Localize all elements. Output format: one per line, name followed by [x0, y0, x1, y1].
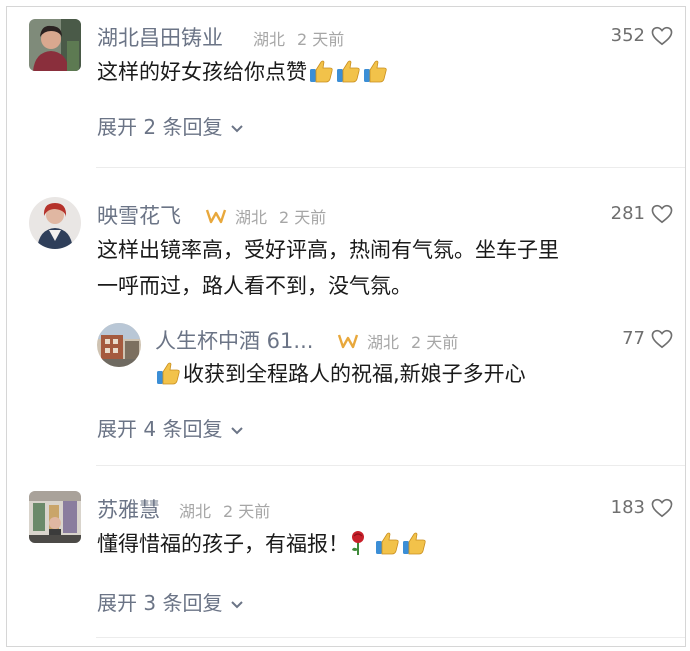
divider	[96, 637, 685, 638]
thumbs-up-icon	[401, 530, 427, 556]
heart-icon[interactable]	[651, 498, 673, 518]
divider	[96, 465, 685, 466]
avatar[interactable]	[29, 491, 81, 543]
expand-replies-button[interactable]: 展开 3 条回复	[97, 587, 244, 616]
like-count: 183	[610, 497, 645, 518]
rose-icon	[352, 531, 364, 555]
expand-replies-label: 展开 2 条回复	[97, 115, 223, 139]
expand-replies-button[interactable]: 展开 4 条回复	[97, 413, 244, 442]
reply-text-body: 收获到全程路人的祝福,新娘子多开心	[183, 362, 526, 386]
comment-item: 映雪花飞 湖北 2 天前 281 这样出镜率高，受好评高，热闹有气氛。坐车子里 …	[7, 185, 685, 475]
avatar[interactable]	[29, 197, 81, 249]
comment-location: 湖北	[235, 208, 268, 227]
chevron-down-icon	[230, 600, 244, 610]
thumbs-up-icon	[308, 58, 334, 84]
thumbs-up-icon	[362, 58, 388, 84]
reply-like-count: 77	[622, 328, 645, 349]
avatar[interactable]	[97, 323, 141, 367]
comment-text: 懂得惜福的孩子，有福报！	[97, 527, 427, 561]
reply-location: 湖北	[367, 333, 400, 352]
reply-username[interactable]: 人生杯中酒 61...	[155, 325, 313, 355]
fan-badge-icon	[205, 207, 227, 225]
avatar[interactable]	[29, 19, 81, 71]
comment-item: 苏雅慧 湖北 2 天前 183 懂得惜福的孩子，有福报！ 展开 3 条回复	[7, 479, 685, 644]
reply-time: 2 天前	[411, 333, 459, 352]
expand-replies-label: 展开 4 条回复	[97, 417, 223, 441]
username[interactable]: 映雪花飞	[97, 200, 181, 230]
comment-location: 湖北	[179, 502, 212, 521]
fan-badge-icon	[337, 332, 359, 350]
thumbs-up-icon	[374, 530, 400, 556]
heart-icon[interactable]	[651, 26, 673, 46]
comment-text-line: 这样出镜率高，受好评高，热闹有气氛。坐车子里	[97, 238, 559, 262]
expand-replies-button[interactable]: 展开 2 条回复	[97, 111, 244, 140]
username[interactable]: 苏雅慧	[97, 494, 160, 524]
comment-time: 2 天前	[297, 30, 345, 49]
divider	[96, 167, 685, 168]
like-count: 352	[610, 25, 645, 46]
expand-replies-label: 展开 3 条回复	[97, 591, 223, 615]
comment-text: 这样的好女孩给你点赞	[97, 55, 388, 89]
thumbs-up-icon	[335, 58, 361, 84]
comment-text-body: 这样的好女孩给你点赞	[97, 60, 307, 84]
heart-icon[interactable]	[651, 204, 673, 224]
heart-icon[interactable]	[651, 329, 673, 349]
comment-text-body: 懂得惜福的孩子，有福报！	[97, 532, 349, 556]
comment-location: 湖北	[253, 30, 286, 49]
like-count: 281	[610, 203, 645, 224]
thumbs-up-icon	[155, 360, 181, 386]
chevron-down-icon	[230, 426, 244, 436]
comment-item: 湖北昌田铸业 湖北 2 天前 352 这样的好女孩给你点赞 展开 2 条回复	[7, 7, 685, 177]
comment-time: 2 天前	[223, 502, 271, 521]
comment-time: 2 天前	[279, 208, 327, 227]
username[interactable]: 湖北昌田铸业	[97, 22, 223, 52]
reply-text: 收获到全程路人的祝福,新娘子多开心	[155, 357, 526, 391]
comment-panel: 湖北昌田铸业 湖北 2 天前 352 这样的好女孩给你点赞 展开 2 条回复 映…	[6, 6, 686, 647]
chevron-down-icon	[230, 124, 244, 134]
comment-text-line: 一呼而过，路人看不到，没气氛。	[97, 274, 412, 298]
